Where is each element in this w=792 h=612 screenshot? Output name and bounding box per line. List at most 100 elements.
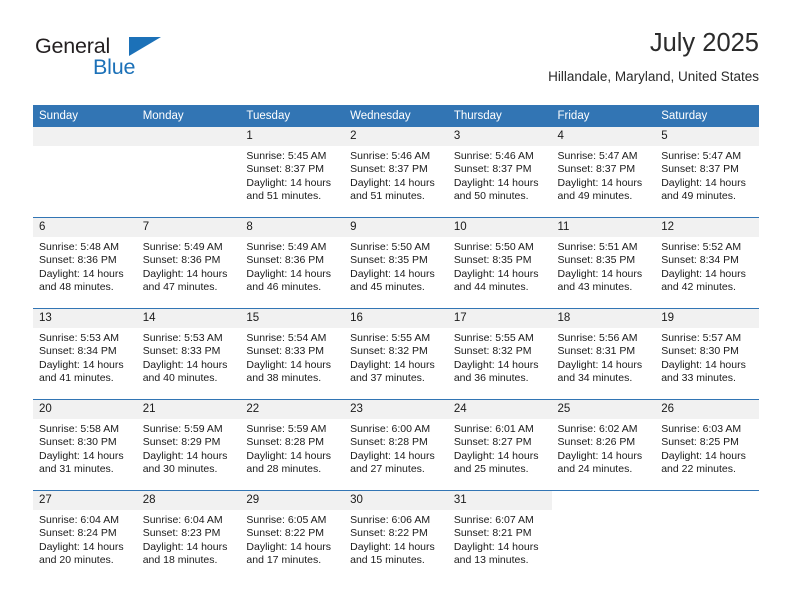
day-details: Sunrise: 5:45 AM Sunset: 8:37 PM Daylight:… [240,146,344,204]
triangle-icon [129,37,161,56]
weekday-header-sunday: Sunday [33,105,137,127]
sunrise-text: Sunrise: 5:53 AM [142,332,223,344]
sunrise-text: Sunrise: 5:59 AM [246,423,327,435]
sunset-text: Sunset: 8:29 PM [142,436,221,449]
sunrise-text: Sunrise: 6:04 AM [142,514,223,526]
day-number: 7 [136,218,241,237]
day-cell-11[interactable]: 11 Sunrise: 5:51 AM Sunset: 8:35 PM Dayligh… [551,217,656,309]
daylight-text: Daylight: 14 hours and 43 minutes. [557,267,643,294]
day-cell-30[interactable]: 30 Sunrise: 6:06 AM Sunset: 8:22 PM Dayligh… [344,490,448,581]
day-cell-8[interactable]: 8 Sunrise: 5:49 AM Sunset: 8:36 PM Daylight… [240,217,345,309]
sunrise-text: Sunrise: 5:47 AM [661,150,742,162]
day-cell-15[interactable]: 15 Sunrise: 5:54 AM Sunset: 8:33 PM Dayligh… [240,308,345,400]
day-details: Sunrise: 5:48 AM Sunset: 8:36 PM Daylight:… [33,237,137,295]
sunset-text: Sunset: 8:34 PM [39,345,117,358]
day-cell-16[interactable]: 16 Sunrise: 5:55 AM Sunset: 8:32 PM Dayligh… [344,308,448,400]
day-cell-17[interactable]: 17 Sunrise: 5:55 AM Sunset: 8:32 PM Dayligh… [447,308,552,400]
sunset-text: Sunset: 8:32 PM [453,345,532,358]
daylight-text: Daylight: 14 hours and 17 minutes. [246,540,332,567]
page-header: General Blue July 2025 Hillandale, Maryl… [33,28,759,98]
daylight-text: Daylight: 14 hours and 48 minutes. [39,267,124,294]
day-cell-31[interactable]: 31 Sunrise: 6:07 AM Sunset: 8:21 PM Dayligh… [447,490,552,581]
page-subtitle: Hillandale, Maryland, United States [548,69,759,84]
day-number: 9 [344,218,448,237]
day-cell-25[interactable]: 25 Sunrise: 6:02 AM Sunset: 8:26 PM Dayligh… [551,399,656,491]
calendar-page: General Blue July 2025 Hillandale, Maryl… [0,0,792,612]
day-details: Sunrise: 5:46 AM Sunset: 8:37 PM Daylight:… [448,146,552,204]
day-cell-5[interactable]: 5 Sunrise: 5:47 AM Sunset: 8:37 PM Daylight… [655,127,759,218]
day-details: Sunrise: 6:05 AM Sunset: 8:22 PM Daylight:… [240,510,344,568]
day-cell-18[interactable]: 18 Sunrise: 5:56 AM Sunset: 8:31 PM Dayligh… [551,308,656,400]
daylight-text: Daylight: 14 hours and 40 minutes. [142,358,228,385]
sunset-text: Sunset: 8:25 PM [661,436,739,449]
daylight-text: Daylight: 14 hours and 22 minutes. [661,449,746,476]
day-number: 3 [447,127,552,146]
daylight-text: Daylight: 14 hours and 30 minutes. [142,449,228,476]
day-cell-9[interactable]: 9 Sunrise: 5:50 AM Sunset: 8:35 PM Daylight… [344,217,448,309]
day-cell-23[interactable]: 23 Sunrise: 6:00 AM Sunset: 8:28 PM Dayligh… [344,399,448,491]
day-cell-14[interactable]: 14 Sunrise: 5:53 AM Sunset: 8:33 PM Dayligh… [136,308,241,400]
sunset-text: Sunset: 8:32 PM [350,345,428,358]
day-number: 19 [655,309,759,328]
sunset-text: Sunset: 8:36 PM [142,254,221,267]
sunrise-text: Sunrise: 5:55 AM [453,332,534,344]
sunrise-text: Sunrise: 5:49 AM [142,241,223,253]
day-number: 30 [344,491,448,510]
day-cell-20[interactable]: 20 Sunrise: 5:58 AM Sunset: 8:30 PM Dayligh… [33,399,137,491]
day-cell-empty [551,490,656,581]
day-number: 10 [447,218,552,237]
daylight-text: Daylight: 14 hours and 27 minutes. [350,449,435,476]
day-cell-21[interactable]: 21 Sunrise: 5:59 AM Sunset: 8:29 PM Dayligh… [136,399,241,491]
sunrise-text: Sunrise: 5:50 AM [350,241,431,253]
day-details: Sunrise: 5:55 AM Sunset: 8:32 PM Daylight:… [344,328,448,386]
sunrise-text: Sunrise: 6:07 AM [453,514,534,526]
day-details: Sunrise: 5:50 AM Sunset: 8:35 PM Daylight:… [344,237,448,295]
day-cell-29[interactable]: 29 Sunrise: 6:05 AM Sunset: 8:22 PM Dayligh… [240,490,345,581]
weekday-header-wednesday: Wednesday [344,105,448,127]
day-cell-27[interactable]: 27 Sunrise: 6:04 AM Sunset: 8:24 PM Dayligh… [33,490,137,581]
day-cell-13[interactable]: 13 Sunrise: 5:53 AM Sunset: 8:34 PM Dayligh… [33,308,137,400]
day-cell-4[interactable]: 4 Sunrise: 5:47 AM Sunset: 8:37 PM Daylight… [551,127,656,218]
day-number: 6 [33,218,137,237]
day-cell-2[interactable]: 2 Sunrise: 5:46 AM Sunset: 8:37 PM Daylight… [344,127,448,218]
day-cell-10[interactable]: 10 Sunrise: 5:50 AM Sunset: 8:35 PM Dayligh… [447,217,552,309]
day-cell-19[interactable]: 19 Sunrise: 5:57 AM Sunset: 8:30 PM Dayligh… [655,308,759,400]
day-number: 23 [344,400,448,419]
sunset-text: Sunset: 8:34 PM [661,254,739,267]
sunset-text: Sunset: 8:30 PM [661,345,739,358]
daylight-text: Daylight: 14 hours and 13 minutes. [453,540,539,567]
sunset-text: Sunset: 8:36 PM [246,254,325,267]
day-details: Sunrise: 5:57 AM Sunset: 8:30 PM Daylight:… [655,328,759,386]
day-number: 20 [33,400,137,419]
sunrise-text: Sunrise: 6:02 AM [557,423,638,435]
day-cell-12[interactable]: 12 Sunrise: 5:52 AM Sunset: 8:34 PM Dayligh… [655,217,759,309]
sunset-text: Sunset: 8:37 PM [453,163,532,176]
day-number: 5 [655,127,759,146]
day-cell-1[interactable]: 1 Sunrise: 5:45 AM Sunset: 8:37 PM Daylight… [240,127,345,218]
day-details: Sunrise: 6:01 AM Sunset: 8:27 PM Daylight:… [448,419,552,477]
day-details: Sunrise: 5:56 AM Sunset: 8:31 PM Daylight:… [552,328,656,386]
daylight-text: Daylight: 14 hours and 31 minutes. [39,449,124,476]
weekday-header-thursday: Thursday [447,105,552,127]
day-cell-7[interactable]: 7 Sunrise: 5:49 AM Sunset: 8:36 PM Daylight… [136,217,241,309]
day-details: Sunrise: 5:47 AM Sunset: 8:37 PM Daylight:… [655,146,759,204]
day-details: Sunrise: 5:50 AM Sunset: 8:35 PM Daylight:… [448,237,552,295]
day-cell-28[interactable]: 28 Sunrise: 6:04 AM Sunset: 8:23 PM Dayligh… [136,490,241,581]
day-cell-22[interactable]: 22 Sunrise: 5:59 AM Sunset: 8:28 PM Dayligh… [240,399,345,491]
day-number: 15 [240,309,345,328]
daylight-text: Daylight: 14 hours and 38 minutes. [246,358,332,385]
day-cell-6[interactable]: 6 Sunrise: 5:48 AM Sunset: 8:36 PM Daylight… [33,217,137,309]
sunset-text: Sunset: 8:35 PM [453,254,532,267]
day-number [655,491,759,510]
day-details: Sunrise: 6:04 AM Sunset: 8:23 PM Daylight:… [137,510,241,568]
day-cell-3[interactable]: 3 Sunrise: 5:46 AM Sunset: 8:37 PM Daylight… [447,127,552,218]
sunrise-text: Sunrise: 5:46 AM [453,150,534,162]
general-blue-logo[interactable]: General Blue [33,34,233,90]
day-cell-24[interactable]: 24 Sunrise: 6:01 AM Sunset: 8:27 PM Dayligh… [447,399,552,491]
day-cell-26[interactable]: 26 Sunrise: 6:03 AM Sunset: 8:25 PM Dayligh… [655,399,759,491]
sunset-text: Sunset: 8:33 PM [246,345,325,358]
daylight-text: Daylight: 14 hours and 24 minutes. [557,449,643,476]
sunrise-text: Sunrise: 5:48 AM [39,241,119,253]
sunset-text: Sunset: 8:31 PM [557,345,636,358]
sunrise-text: Sunrise: 5:49 AM [246,241,327,253]
